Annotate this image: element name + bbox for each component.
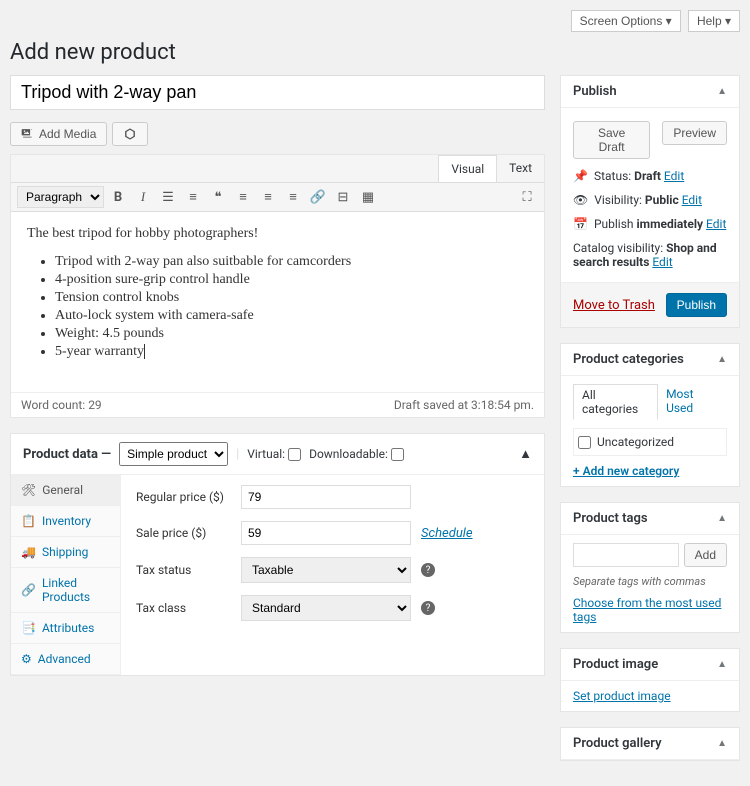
toggle-icon[interactable]: ▲: [717, 513, 727, 524]
product-data-title: Product data —: [23, 447, 111, 462]
align-left-icon[interactable]: ≡: [232, 186, 254, 208]
pd-tab-general[interactable]: 🛠General: [11, 475, 120, 506]
italic-icon[interactable]: I: [132, 186, 154, 208]
block-toggle-button[interactable]: [112, 122, 148, 146]
editor-box: Visual Text Paragraph B I ☰ ≡ ❝ ≡ ≡ ≡ 🔗 …: [10, 154, 545, 418]
sale-price-input[interactable]: [241, 521, 411, 545]
tags-hint: Separate tags with commas: [573, 575, 727, 588]
format-select[interactable]: Paragraph: [17, 186, 104, 208]
cube-icon: [123, 127, 137, 141]
sale-price-label: Sale price ($): [136, 526, 231, 540]
help-icon[interactable]: ?: [421, 601, 435, 615]
downloadable-checkbox[interactable]: [391, 448, 404, 461]
tax-class-select[interactable]: Standard: [241, 595, 411, 621]
toggle-icon[interactable]: ▲: [717, 86, 727, 97]
toolbar-toggle-icon[interactable]: ▦: [357, 186, 379, 208]
editor-toolbar: Paragraph B I ☰ ≡ ❝ ≡ ≡ ≡ 🔗 ⊟ ▦ ⛶: [11, 182, 544, 212]
add-tag-button[interactable]: Add: [684, 543, 727, 567]
tab-text[interactable]: Text: [497, 155, 544, 182]
tax-status-label: Tax status: [136, 563, 231, 577]
wrench-icon: 🛠: [21, 483, 36, 497]
word-count: 29: [88, 398, 102, 412]
categories-title: Product categories: [573, 352, 684, 367]
regular-price-label: Regular price ($): [136, 490, 231, 504]
add-category-link[interactable]: + Add new category: [573, 464, 679, 478]
saved-status: Draft saved at 3:18:54 pm.: [394, 398, 534, 412]
edit-status-link[interactable]: Edit: [664, 169, 684, 183]
help-icon[interactable]: ?: [421, 563, 435, 577]
preview-button[interactable]: Preview: [662, 121, 727, 145]
save-draft-button[interactable]: Save Draft: [573, 121, 650, 159]
link-icon: 🔗: [21, 583, 36, 597]
help-button[interactable]: Help ▾: [688, 10, 740, 32]
virtual-checkbox[interactable]: [288, 448, 301, 461]
toggle-icon[interactable]: ▲: [519, 446, 532, 462]
regular-price-input[interactable]: [241, 485, 411, 509]
tags-input[interactable]: [573, 543, 679, 567]
tags-title: Product tags: [573, 511, 648, 526]
tax-class-label: Tax class: [136, 601, 231, 615]
link-icon[interactable]: 🔗: [307, 186, 329, 208]
pd-tab-advanced[interactable]: ⚙Advanced: [11, 644, 120, 675]
toggle-icon[interactable]: ▲: [717, 659, 727, 670]
publish-button[interactable]: Publish: [666, 293, 727, 317]
word-count-label: Word count:: [21, 398, 88, 412]
tab-most-used[interactable]: Most Used: [658, 384, 727, 420]
downloadable-label: Downloadable:: [309, 447, 404, 461]
toggle-icon[interactable]: ▲: [717, 738, 727, 749]
align-right-icon[interactable]: ≡: [282, 186, 304, 208]
clipboard-icon: 📋: [21, 514, 36, 528]
tab-all-categories[interactable]: All categories: [573, 384, 658, 420]
tab-visual[interactable]: Visual: [438, 155, 497, 182]
pd-tab-linked[interactable]: 🔗Linked Products: [11, 568, 120, 613]
publish-title: Publish: [573, 84, 617, 99]
eye-icon: 👁: [573, 193, 588, 207]
calendar-icon: 📅: [573, 217, 588, 231]
media-icon: [21, 127, 35, 141]
uncategorized-checkbox[interactable]: [578, 436, 591, 449]
virtual-label: Virtual:: [247, 447, 301, 461]
truck-icon: 🚚: [21, 545, 36, 559]
pd-tab-inventory[interactable]: 📋Inventory: [11, 506, 120, 537]
pin-icon: 📌: [573, 169, 588, 183]
product-title-input[interactable]: [10, 75, 545, 110]
tag-icon: 📑: [21, 621, 36, 635]
pd-tab-shipping[interactable]: 🚚Shipping: [11, 537, 120, 568]
align-center-icon[interactable]: ≡: [257, 186, 279, 208]
pd-tab-attributes[interactable]: 📑Attributes: [11, 613, 120, 644]
bold-icon[interactable]: B: [107, 186, 129, 208]
set-product-image-link[interactable]: Set product image: [573, 689, 671, 703]
choose-tags-link[interactable]: Choose from the most used tags: [573, 596, 721, 624]
edit-publish-date-link[interactable]: Edit: [706, 217, 726, 231]
numbered-list-icon[interactable]: ≡: [182, 186, 204, 208]
product-image-title: Product image: [573, 657, 658, 672]
edit-catalog-link[interactable]: Edit: [652, 255, 672, 269]
fullscreen-icon[interactable]: ⛶: [516, 186, 538, 208]
add-media-button[interactable]: Add Media: [10, 122, 107, 146]
screen-options-button[interactable]: Screen Options ▾: [571, 10, 681, 32]
toggle-icon[interactable]: ▲: [717, 354, 727, 365]
tax-status-select[interactable]: Taxable: [241, 557, 411, 583]
editor-content[interactable]: The best tripod for hobby photographers!…: [11, 212, 544, 392]
bullet-list-icon[interactable]: ☰: [157, 186, 179, 208]
more-icon[interactable]: ⊟: [332, 186, 354, 208]
schedule-link[interactable]: Schedule: [421, 526, 473, 541]
gear-icon: ⚙: [21, 652, 32, 666]
edit-visibility-link[interactable]: Edit: [682, 193, 702, 207]
product-gallery-title: Product gallery: [573, 736, 662, 751]
product-type-select[interactable]: Simple product: [119, 442, 228, 466]
quote-icon[interactable]: ❝: [207, 186, 229, 208]
move-to-trash-link[interactable]: Move to Trash: [573, 298, 655, 313]
page-title: Add new product: [10, 40, 740, 65]
